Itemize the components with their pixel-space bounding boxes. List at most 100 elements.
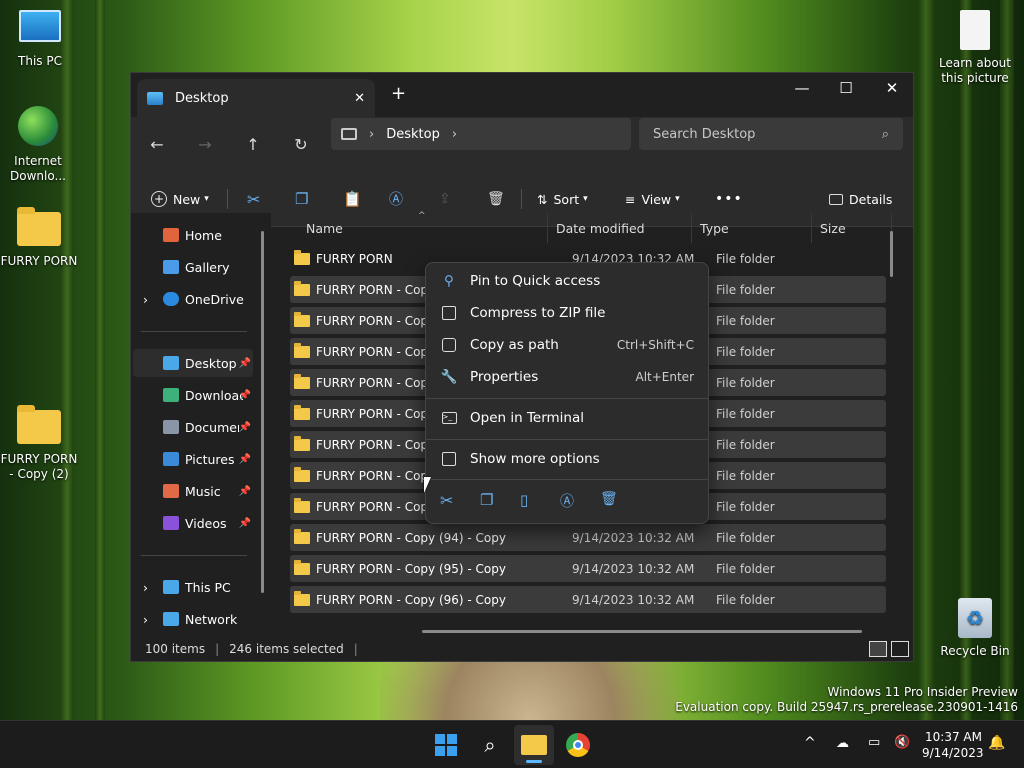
- sidebar-item-network[interactable]: › Network: [133, 605, 253, 633]
- menu-item-shortcut: Ctrl+Shift+C: [616, 338, 694, 352]
- details-view-icon[interactable]: [869, 641, 887, 657]
- sidebar-item-this-pc[interactable]: › This PC: [133, 573, 253, 601]
- column-header-type[interactable]: Type: [692, 213, 812, 243]
- sidebar-scrollbar[interactable]: [261, 231, 264, 593]
- chevron-up-icon[interactable]: ^: [804, 735, 816, 751]
- file-type: File folder: [716, 251, 775, 266]
- table-row[interactable]: FURRY PORN - Copy (96) - Copy 9/14/2023 1…: [290, 586, 886, 613]
- pin-icon[interactable]: 📌: [239, 422, 251, 433]
- back-button[interactable]: ←: [141, 129, 173, 159]
- clock[interactable]: 10:37 AM 9/14/2023: [922, 729, 984, 761]
- sidebar-item-label: Downloads: [185, 387, 243, 403]
- menu-item-label: Properties: [470, 369, 539, 385]
- desktop-icon-recycle-bin[interactable]: ♻ Recycle Bin: [935, 598, 1015, 659]
- file-date: 9/14/2023 10:32 AM: [572, 561, 695, 576]
- menu-item-copy-as-path[interactable]: Copy as path Ctrl+Shift+C: [432, 330, 702, 360]
- rename-icon[interactable]: Ⓐ: [560, 491, 574, 511]
- menu-item-properties[interactable]: 🔧 Properties Alt+Enter: [432, 362, 702, 392]
- horizontal-scrollbar[interactable]: [422, 630, 862, 633]
- pin-icon[interactable]: 📌: [239, 358, 251, 369]
- cloud-icon: [163, 292, 179, 306]
- desktop-icon-furry-folder[interactable]: FURRY PORN: [0, 207, 79, 269]
- search-input[interactable]: Search Desktop: [653, 127, 882, 142]
- menu-item-show-more-options[interactable]: Show more options: [432, 444, 702, 474]
- menu-item-open-terminal[interactable]: >_ Open in Terminal: [432, 403, 702, 433]
- table-row[interactable]: FURRY PORN - Copy (95) - Copy 9/14/2023 1…: [290, 555, 886, 582]
- menu-item-label: Pin to Quick access: [470, 273, 601, 289]
- chevron-down-icon: ▾: [583, 194, 588, 204]
- tiles-view-icon[interactable]: [891, 641, 909, 657]
- sidebar-item-home[interactable]: Home: [133, 221, 253, 249]
- new-button[interactable]: + New ▾: [151, 185, 209, 213]
- minimize-button[interactable]: —: [779, 73, 825, 103]
- search-box[interactable]: Search Desktop ⌕: [639, 118, 903, 150]
- file-explorer-taskbar-button[interactable]: [514, 725, 554, 765]
- pin-icon[interactable]: 📌: [239, 518, 251, 529]
- download-icon: [163, 388, 179, 402]
- rename-button[interactable]: Ⓐ: [389, 185, 403, 213]
- delete-icon[interactable]: 🗑: [600, 491, 618, 507]
- close-window-button[interactable]: ✕: [869, 73, 915, 103]
- network-icon: [163, 612, 179, 626]
- new-tab-button[interactable]: +: [391, 83, 406, 104]
- sidebar-item-videos[interactable]: Videos 📌: [133, 509, 253, 537]
- chevron-right-icon[interactable]: ›: [452, 127, 457, 142]
- paste-button[interactable]: 📋: [343, 185, 362, 213]
- cut-icon[interactable]: ✂: [440, 491, 453, 510]
- menu-item-pin-quick-access[interactable]: ⚲ Pin to Quick access: [432, 266, 702, 296]
- chevron-right-icon: ›: [143, 611, 148, 627]
- display-icon[interactable]: ▭: [868, 735, 880, 750]
- document-icon: [960, 10, 990, 50]
- address-bar[interactable]: › Desktop ›: [331, 118, 631, 150]
- desktop-icon-this-pc[interactable]: This PC: [0, 10, 80, 69]
- desktop-icon-internet-download[interactable]: Internet Downlo...: [0, 106, 78, 184]
- view-button[interactable]: ≡ View ▾: [625, 185, 680, 213]
- chrome-taskbar-button[interactable]: [558, 725, 598, 765]
- start-button[interactable]: [426, 725, 466, 765]
- desktop-icon-furry-folder-copy[interactable]: FURRY PORN - Copy (2): [0, 405, 79, 482]
- sidebar-item-pictures[interactable]: Pictures 📌: [133, 445, 253, 473]
- table-row[interactable]: FURRY PORN - Copy (94) - Copy 9/14/2023 1…: [290, 524, 886, 551]
- volume-muted-icon[interactable]: 🔇: [894, 735, 910, 750]
- breadcrumb-desktop[interactable]: Desktop: [386, 127, 440, 142]
- sidebar-item-music[interactable]: Music 📌: [133, 477, 253, 505]
- sidebar-item-label: Music: [185, 483, 221, 499]
- vertical-scrollbar[interactable]: [890, 231, 893, 277]
- desktop-icon-learn-picture[interactable]: Learn about this picture: [935, 10, 1015, 86]
- copy-button[interactable]: ❐: [295, 185, 308, 213]
- sidebar-item-downloads[interactable]: Downloads📌: [133, 381, 253, 409]
- sidebar-item-desktop[interactable]: Desktop 📌: [133, 349, 253, 377]
- more-options-button[interactable]: •••: [715, 185, 743, 213]
- sidebar-item-documents[interactable]: Documents📌: [133, 413, 253, 441]
- maximize-button[interactable]: ☐: [823, 73, 869, 103]
- copy-icon[interactable]: ❐: [480, 491, 493, 509]
- column-header-size[interactable]: Size: [812, 213, 892, 243]
- notification-bell-icon[interactable]: 🔔: [988, 735, 1005, 751]
- divider: [227, 189, 228, 209]
- sidebar-item-label: Documents: [185, 419, 239, 435]
- column-header-date[interactable]: Date modified: [548, 213, 692, 243]
- share-button[interactable]: ⇪: [439, 185, 451, 213]
- details-pane-button[interactable]: Details: [829, 185, 892, 213]
- tab-desktop[interactable]: Desktop ✕: [137, 79, 375, 117]
- close-tab-icon[interactable]: ✕: [354, 91, 365, 106]
- pin-icon[interactable]: 📌: [239, 390, 251, 401]
- search-button[interactable]: ⌕: [470, 725, 510, 765]
- pin-icon[interactable]: 📌: [239, 486, 251, 497]
- sort-button[interactable]: ⇅ Sort ▾: [537, 185, 588, 213]
- onedrive-icon[interactable]: ☁: [836, 736, 849, 751]
- sidebar-item-gallery[interactable]: Gallery: [133, 253, 253, 281]
- cut-button[interactable]: ✂: [247, 185, 260, 213]
- column-label: Type: [700, 220, 729, 236]
- pin-icon[interactable]: 📌: [239, 454, 251, 465]
- forward-button[interactable]: →: [189, 129, 221, 159]
- up-button[interactable]: ↑: [237, 129, 269, 159]
- refresh-button[interactable]: ↻: [285, 129, 317, 159]
- delete-button[interactable]: 🗑: [487, 185, 505, 213]
- home-icon: [163, 228, 179, 242]
- menu-item-compress-zip[interactable]: Compress to ZIP file: [432, 298, 702, 328]
- monitor-icon: [19, 10, 61, 42]
- folder-icon: [17, 405, 61, 444]
- paste-icon[interactable]: ▯: [520, 491, 528, 509]
- sidebar-item-onedrive[interactable]: › OneDrive: [133, 285, 253, 313]
